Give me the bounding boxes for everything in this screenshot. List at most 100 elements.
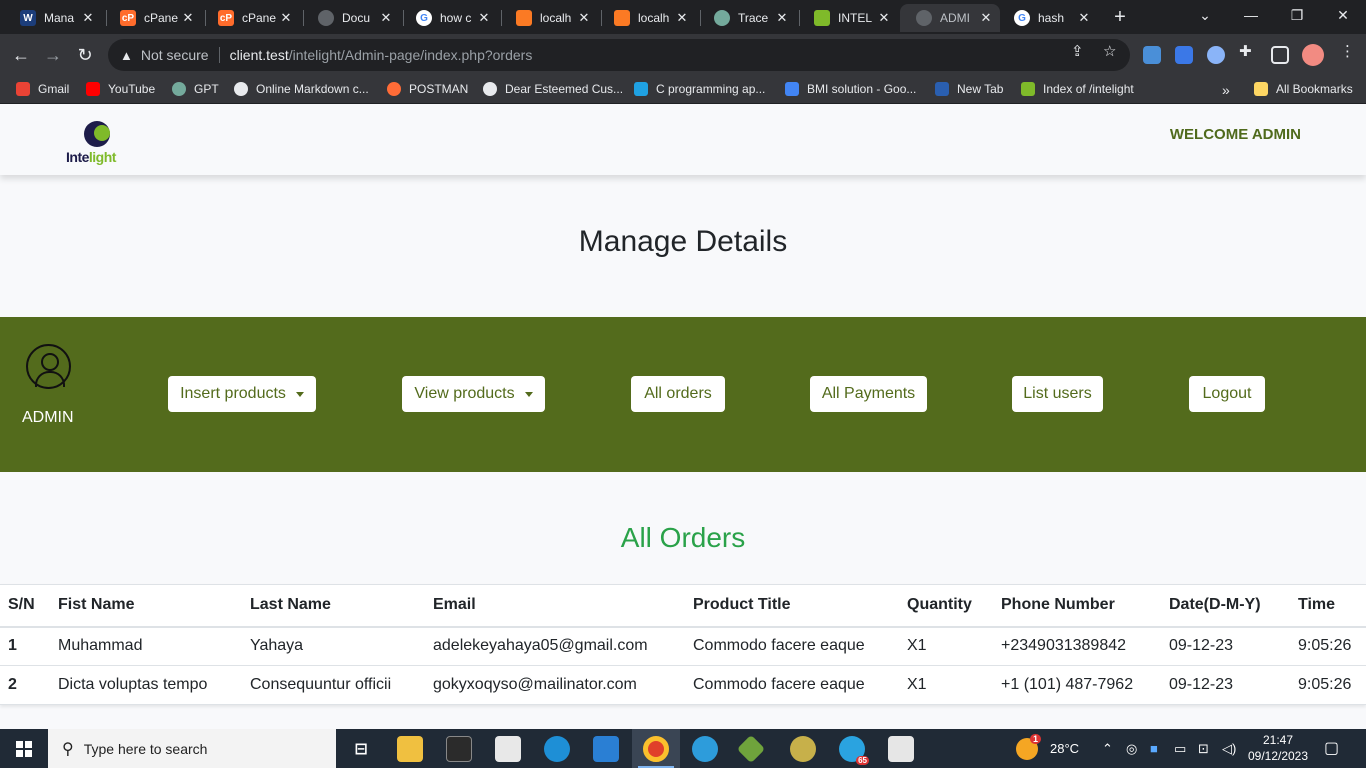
browser-tab[interactable]: cP cPane ✕ xyxy=(202,4,300,32)
close-tab-icon[interactable]: ✕ xyxy=(876,10,892,26)
app-circle-icon[interactable] xyxy=(790,736,816,762)
browser-tab[interactable]: cP cPane ✕ xyxy=(104,4,202,32)
tray-app-blue-icon[interactable]: ■ xyxy=(1150,741,1158,756)
globe-icon xyxy=(234,82,248,96)
store-icon[interactable] xyxy=(446,736,472,762)
bookmark-item[interactable]: Index of /intelight xyxy=(1021,82,1134,96)
photos-icon[interactable] xyxy=(888,736,914,762)
browser-tab[interactable]: localh ✕ xyxy=(598,4,696,32)
site-header: Intelight WELCOME ADMIN xyxy=(0,109,1366,175)
google-icon: G xyxy=(1014,10,1030,26)
kebab-menu-icon[interactable]: ⋮ xyxy=(1340,42,1355,60)
file-explorer-icon[interactable] xyxy=(397,736,423,762)
bookmarks-overflow-chevron-icon[interactable]: » xyxy=(1222,82,1230,98)
volume-icon[interactable]: ◁) xyxy=(1222,741,1236,757)
folder-icon xyxy=(1254,82,1268,96)
tab-search-chevron-icon[interactable]: ⌄ xyxy=(1182,0,1228,34)
all-payments-button[interactable]: All Payments xyxy=(810,376,927,412)
tray-app-icon[interactable]: ◎ xyxy=(1126,741,1137,757)
edge-icon[interactable] xyxy=(544,736,570,762)
side-panel-icon[interactable] xyxy=(1271,46,1289,64)
address-bar[interactable]: ▲ Not secure client.test/intelight/Admin… xyxy=(108,39,1130,71)
orders-table: S/N Fist Name Last Name Email Product Ti… xyxy=(0,584,1366,705)
user-avatar-icon xyxy=(26,344,71,389)
gmail-icon xyxy=(16,82,30,96)
close-tab-icon[interactable]: ✕ xyxy=(674,10,690,26)
browser-tab[interactable]: Trace ✕ xyxy=(698,4,796,32)
app-icon[interactable] xyxy=(692,736,718,762)
new-tab-plus-icon[interactable]: + xyxy=(1108,5,1132,29)
bookmark-item[interactable]: POSTMAN xyxy=(387,82,468,96)
bookmark-item[interactable]: YouTube xyxy=(86,82,155,96)
close-tab-icon[interactable]: ✕ xyxy=(180,10,196,26)
weather-temp[interactable]: 28°C xyxy=(1050,741,1079,756)
vscode-icon[interactable] xyxy=(593,736,619,762)
column-header: S/N xyxy=(0,584,50,628)
reload-icon[interactable]: ↻ xyxy=(72,42,98,68)
close-tab-icon[interactable]: ✕ xyxy=(1076,10,1092,26)
taskbar-clock[interactable]: 21:47 09/12/2023 xyxy=(1246,732,1310,764)
tray-chevron-up-icon[interactable]: ⌃ xyxy=(1102,741,1113,757)
restore-icon[interactable]: ❐ xyxy=(1274,0,1320,34)
weather-icon[interactable]: 1 xyxy=(1016,734,1041,760)
security-status[interactable]: Not secure xyxy=(141,47,209,63)
taskbar-search-input[interactable]: ⚲ Type here to search xyxy=(48,729,336,768)
mail-icon[interactable] xyxy=(495,736,521,762)
close-tab-icon[interactable]: ✕ xyxy=(576,10,592,26)
logout-button[interactable]: Logout xyxy=(1189,376,1265,412)
xampp-icon xyxy=(614,10,630,26)
close-tab-icon[interactable]: ✕ xyxy=(278,10,294,26)
browser-tab[interactable]: Ghow c ✕ xyxy=(400,4,498,32)
column-header: Time xyxy=(1290,584,1366,628)
bookmark-item[interactable]: BMI solution - Goo... xyxy=(785,82,916,96)
close-tab-icon[interactable]: ✕ xyxy=(978,10,994,26)
bookmark-item[interactable]: New Tab xyxy=(935,82,1003,96)
puzzle-extensions-icon[interactable]: ✚ xyxy=(1239,42,1252,60)
close-tab-icon[interactable]: ✕ xyxy=(378,10,394,26)
forward-arrow-icon[interactable]: → xyxy=(40,42,66,68)
browser-tab[interactable]: localh ✕ xyxy=(500,4,598,32)
postman-icon xyxy=(387,82,401,96)
app-diamond-icon[interactable] xyxy=(736,734,766,764)
close-tab-icon[interactable]: ✕ xyxy=(80,10,96,26)
minimize-icon[interactable]: — xyxy=(1228,0,1274,34)
list-users-button[interactable]: List users xyxy=(1012,376,1103,412)
browser-tab[interactable]: Ghash ✕ xyxy=(998,4,1098,32)
warning-triangle-icon[interactable]: ▲ xyxy=(120,48,133,63)
intelight-logo[interactable]: Intelight xyxy=(64,119,128,167)
table-cell: X1 xyxy=(899,665,993,705)
profile-avatar[interactable] xyxy=(1302,44,1324,66)
close-tab-icon[interactable]: ✕ xyxy=(476,10,492,26)
browser-tab[interactable]: INTEL ✕ xyxy=(798,4,898,32)
bookmark-item[interactable]: C programming ap... xyxy=(634,82,765,96)
all-bookmarks[interactable]: All Bookmarks xyxy=(1254,82,1353,96)
close-window-icon[interactable]: ✕ xyxy=(1320,0,1366,34)
bookmark-item[interactable]: Gmail xyxy=(16,82,69,96)
notifications-icon[interactable]: ▢ xyxy=(1324,738,1339,758)
browser-tab-active[interactable]: ADMI ✕ xyxy=(900,4,1000,32)
globe-icon xyxy=(483,82,497,96)
bookmark-star-icon[interactable]: ☆ xyxy=(1103,42,1116,60)
telegram-icon[interactable]: 65 xyxy=(839,736,869,765)
extension-icon[interactable] xyxy=(1143,46,1161,64)
chrome-icon[interactable] xyxy=(643,736,669,762)
windows-logo-icon xyxy=(16,741,32,757)
insert-products-dropdown[interactable]: Insert products xyxy=(168,376,316,412)
network-icon[interactable]: ⊡ xyxy=(1198,741,1209,757)
extension-docs-icon[interactable] xyxy=(1175,46,1193,64)
browser-tab[interactable]: W Mana ✕ xyxy=(4,4,102,32)
bookmark-item[interactable]: GPT xyxy=(172,82,219,96)
start-button[interactable] xyxy=(0,729,48,768)
cpanel-icon: cP xyxy=(120,10,136,26)
task-view-icon[interactable]: ⊟ xyxy=(348,736,374,762)
bookmark-item[interactable]: Dear Esteemed Cus... xyxy=(483,82,623,96)
gear-extension-icon[interactable] xyxy=(1207,46,1225,64)
battery-icon[interactable]: ▭ xyxy=(1174,741,1186,757)
back-arrow-icon[interactable]: ← xyxy=(8,42,34,68)
browser-tab[interactable]: Docu ✕ xyxy=(302,4,400,32)
all-orders-button[interactable]: All orders xyxy=(631,376,725,412)
view-products-dropdown[interactable]: View products xyxy=(402,376,545,412)
share-icon[interactable]: ⇪ xyxy=(1071,42,1084,60)
close-tab-icon[interactable]: ✕ xyxy=(774,10,790,26)
bookmark-item[interactable]: Online Markdown c... xyxy=(234,82,369,96)
